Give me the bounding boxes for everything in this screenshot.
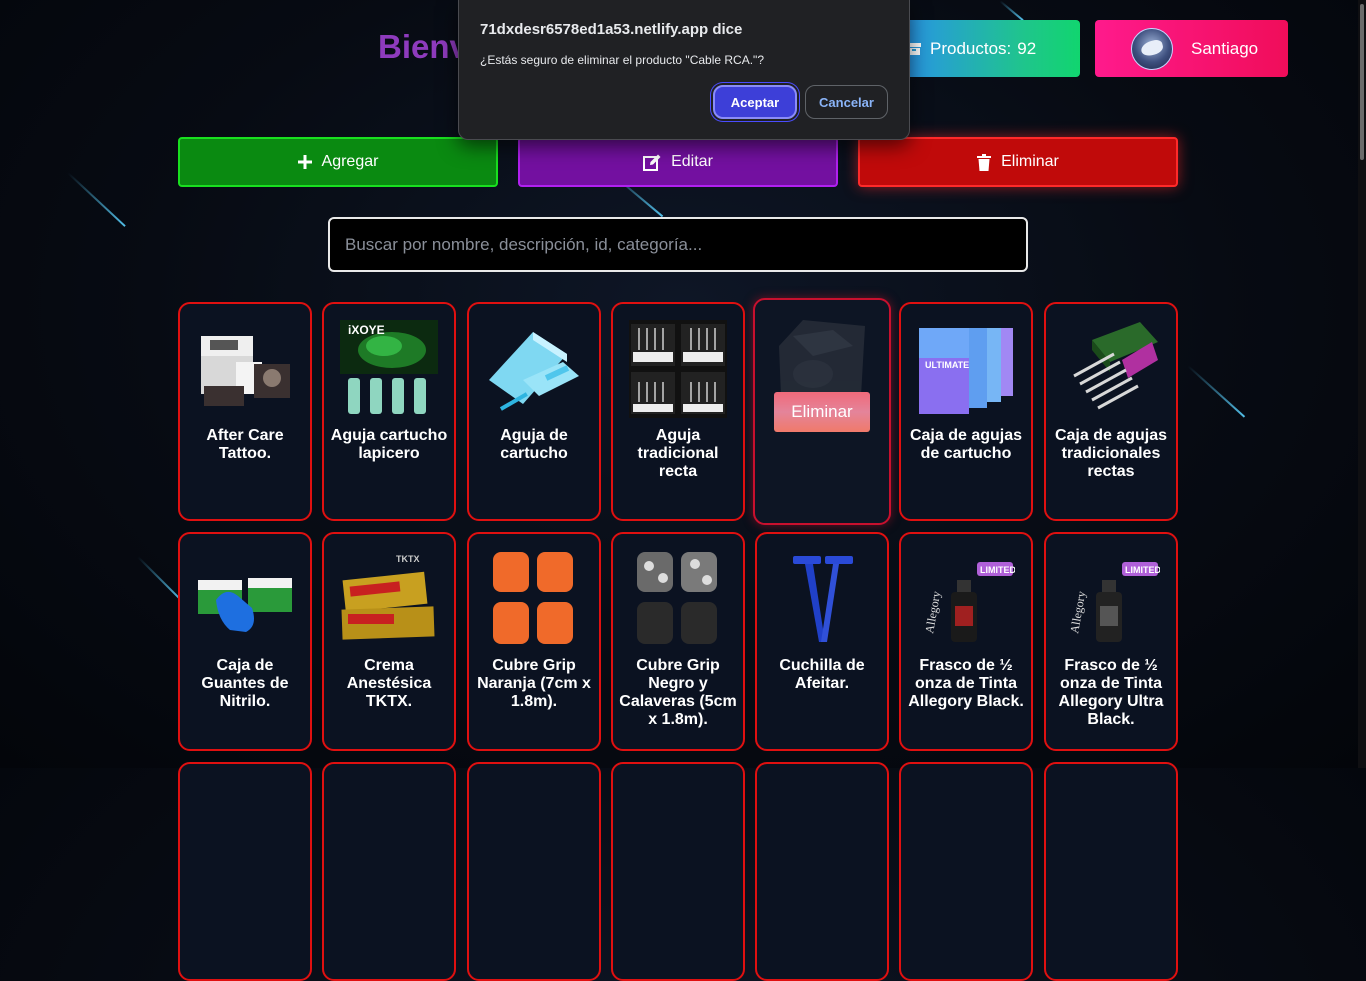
product-card[interactable] [1044,762,1178,981]
card-delete-overlay-button[interactable]: Eliminar [774,392,870,432]
product-card[interactable]: LIMITED Allegory Frasco de ½ onza de Tin… [1044,532,1178,751]
product-image [1073,322,1158,410]
user-name: Santiago [1191,38,1259,58]
product-image [198,578,292,632]
plus-icon [297,155,312,169]
scrollbar-thumb[interactable] [1360,4,1364,160]
products-label: Productos: [930,38,1012,58]
product-name: Aguja tradicional recta [637,427,719,480]
bg-streak [137,556,183,602]
product-image: ULTIMATE [919,328,1013,414]
products-count: 92 [1017,38,1037,58]
product-card-hovered[interactable]: Eliminar [753,298,891,525]
product-name: Caja de agujas tradicionales rectas [1054,427,1168,480]
product-image [493,552,573,644]
product-name: Cuchilla de Afeitar. [779,657,865,692]
product-card[interactable]: ULTIMATE Caja de agujas de cartucho [899,302,1033,521]
add-button-label: Agregar [321,153,379,170]
product-name: Aguja de cartucho [500,427,568,462]
product-card[interactable]: TKTX Crema Anestésica TKTX. [322,532,456,751]
svg-text:TKTX: TKTX [396,554,420,564]
svg-text:LIMITED: LIMITED [1125,565,1160,575]
product-image [629,320,727,418]
delete-button-label: Eliminar [1001,153,1059,170]
product-name: Caja de agujas de cartucho [909,427,1023,462]
product-image [489,332,579,411]
delete-button[interactable]: Eliminar [858,137,1178,187]
edit-button[interactable]: Editar [518,137,838,187]
svg-text:Allegory: Allegory [922,590,943,634]
product-name: After Care Tattoo. [206,427,284,462]
accept-button[interactable]: Aceptar [713,85,797,119]
product-image: LIMITED Allegory [1067,562,1160,642]
dialog-title: 71dxdesr6578ed1a53.netlify.app dice [480,21,743,38]
product-card[interactable]: Aguja tradicional recta [611,302,745,521]
product-image: iXOYE [340,320,438,414]
product-card[interactable]: After Care Tattoo. [178,302,312,521]
product-name: Frasco de ½ onza de Tinta Allegory Black… [908,657,1024,710]
svg-text:Allegory: Allegory [1067,590,1088,634]
products-count-badge: Productos: 92 [892,20,1080,77]
svg-text:ULTIMATE: ULTIMATE [925,360,969,370]
search-input[interactable] [328,217,1028,272]
product-card[interactable] [322,762,456,981]
cancel-button[interactable]: Cancelar [805,85,888,119]
product-card[interactable]: Caja de agujas tradicionales rectas [1044,302,1178,521]
trash-icon [977,153,992,171]
user-profile-button[interactable]: Santiago [1095,20,1288,77]
edit-icon [643,154,661,171]
product-name: Frasco de ½ onza de Tinta Allegory Ultra… [1058,657,1164,728]
edit-button-label: Editar [671,153,713,170]
bg-streak [67,172,126,227]
scrollbar[interactable] [1358,0,1366,768]
product-card[interactable]: Cubre Grip Negro y Calaveras (5cm x 1.8m… [611,532,745,751]
product-card[interactable]: Aguja de cartucho [467,302,601,521]
bg-streak [999,0,1024,22]
product-card[interactable] [611,762,745,981]
product-card[interactable] [467,762,601,981]
product-image [637,552,717,644]
product-card[interactable] [178,762,312,981]
product-image [201,336,290,406]
avatar [1131,27,1173,70]
product-card[interactable]: Cuchilla de Afeitar. [755,532,889,751]
page-title: Bienv [378,28,468,65]
product-card[interactable]: Cubre Grip Naranja (7cm x 1.8m). [467,532,601,751]
product-card[interactable] [899,762,1033,981]
bg-streak [1187,365,1246,418]
product-card[interactable]: iXOYE Aguja cartucho lapicero [322,302,456,521]
confirm-dialog: 71dxdesr6578ed1a53.netlify.app dice ¿Est… [458,0,910,140]
product-name: Cubre Grip Naranja (7cm x 1.8m). [477,657,591,710]
product-name: Cubre Grip Negro y Calaveras (5cm x 1.8m… [619,657,737,728]
svg-text:iXOYE: iXOYE [348,323,385,337]
dialog-message: ¿Estás seguro de eliminar el producto "C… [480,53,764,67]
product-card[interactable]: Caja de Guantes de Nitrilo. [178,532,312,751]
product-name: Caja de Guantes de Nitrilo. [201,657,289,710]
product-name: Crema Anestésica TKTX. [346,657,432,710]
product-image: TKTX [341,554,435,640]
svg-text:LIMITED: LIMITED [980,565,1015,575]
product-image [793,556,853,642]
product-card[interactable] [755,762,889,981]
product-name: Aguja cartucho lapicero [330,427,448,462]
product-card[interactable]: LIMITED Allegory Frasco de ½ onza de Tin… [899,532,1033,751]
add-button[interactable]: Agregar [178,137,498,187]
product-image: LIMITED Allegory [922,562,1015,642]
